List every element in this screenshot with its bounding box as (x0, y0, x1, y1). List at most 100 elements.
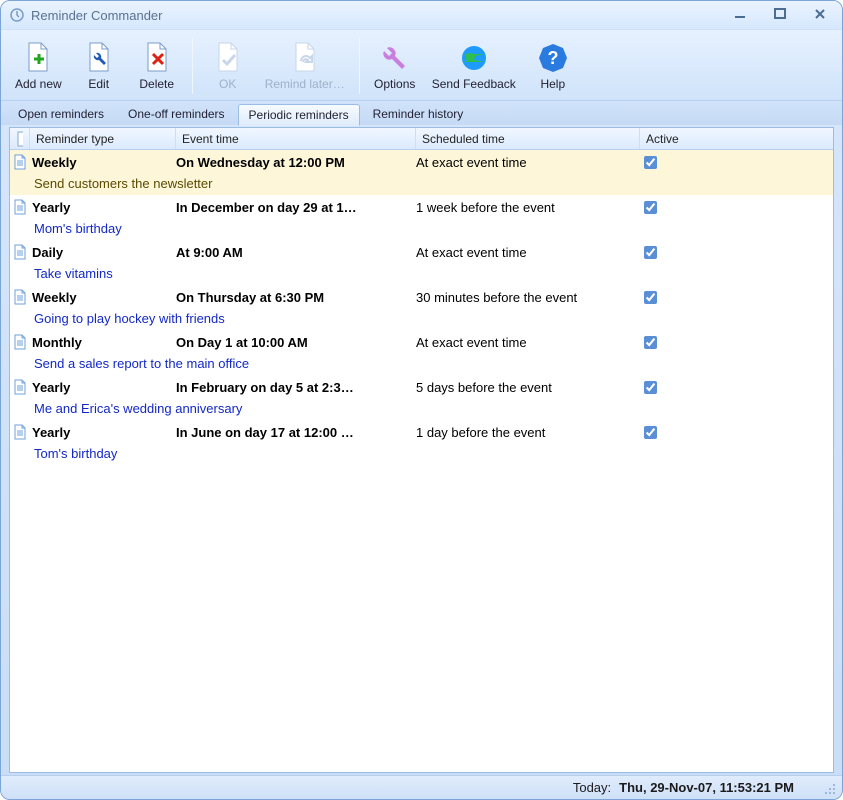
active-checkbox[interactable] (644, 291, 657, 304)
tab-open-reminders[interactable]: Open reminders (7, 103, 115, 125)
toolbar-separator (192, 38, 193, 94)
active-checkbox[interactable] (644, 336, 657, 349)
svg-text:?: ? (547, 48, 558, 68)
page-icon (10, 154, 30, 170)
status-today-value: Thu, 29-Nov-07, 11:53:21 PM (619, 780, 794, 795)
cell-description: Tom's birthday (10, 444, 833, 465)
active-checkbox[interactable] (644, 201, 657, 214)
cell-active (640, 288, 830, 307)
content-area: Reminder type Event time Scheduled time … (9, 127, 834, 773)
help-icon: ? (536, 41, 570, 75)
cell-scheduled: 1 week before the event (416, 200, 640, 215)
cell-scheduled: 5 days before the event (416, 380, 640, 395)
column-header-event[interactable]: Event time (176, 128, 416, 149)
cell-event: On Thursday at 6:30 PM (176, 290, 416, 305)
page-icon (10, 334, 30, 350)
toolbar: Add new Edit Delete OK Remind later… (1, 29, 842, 101)
page-x-icon (140, 41, 174, 75)
cell-event: On Wednesday at 12:00 PM (176, 155, 416, 170)
cell-description: Me and Erica's wedding anniversary (10, 399, 833, 420)
send-feedback-button[interactable]: Send Feedback (424, 39, 524, 93)
column-headers: Reminder type Event time Scheduled time … (10, 128, 833, 150)
cell-scheduled: 1 day before the event (416, 425, 640, 440)
page-check-icon (211, 41, 245, 75)
status-today-label: Today: (573, 780, 611, 795)
edit-label: Edit (88, 77, 109, 91)
titlebar: Reminder Commander (1, 1, 842, 29)
cell-scheduled: At exact event time (416, 245, 640, 260)
cell-type: Daily (30, 245, 176, 260)
cell-scheduled: 30 minutes before the event (416, 290, 640, 305)
close-button[interactable] (812, 7, 834, 23)
remind-later-label: Remind later… (265, 77, 345, 91)
tab-periodic-reminders[interactable]: Periodic reminders (238, 104, 360, 126)
active-checkbox[interactable] (644, 426, 657, 439)
cell-active (640, 333, 830, 352)
cell-type: Yearly (30, 425, 176, 440)
add-new-button[interactable]: Add new (7, 39, 70, 93)
edit-button[interactable]: Edit (70, 39, 128, 93)
cell-active (640, 423, 830, 442)
window-title: Reminder Commander (31, 8, 732, 23)
ok-button[interactable]: OK (199, 39, 257, 93)
table-row[interactable]: WeeklyOn Thursday at 6:30 PM30 minutes b… (10, 285, 833, 330)
cell-event: In February on day 5 at 2:3… (176, 380, 416, 395)
app-icon (9, 7, 25, 23)
cell-active (640, 378, 830, 397)
cell-type: Monthly (30, 335, 176, 350)
app-window: Reminder Commander Add new Edit Delete (0, 0, 843, 800)
cell-description: Send customers the newsletter (10, 174, 833, 195)
table-row[interactable]: DailyAt 9:00 AMAt exact event timeTake v… (10, 240, 833, 285)
tabs: Open reminders One-off reminders Periodi… (1, 101, 842, 125)
cell-event: On Day 1 at 10:00 AM (176, 335, 416, 350)
wrench-icon (378, 41, 412, 75)
cell-type: Weekly (30, 155, 176, 170)
minimize-button[interactable] (732, 7, 754, 23)
help-button[interactable]: ? Help (524, 39, 582, 93)
tab-one-off-reminders[interactable]: One-off reminders (117, 103, 236, 125)
window-buttons (732, 7, 834, 23)
active-checkbox[interactable] (644, 381, 657, 394)
page-wrench-icon (82, 41, 116, 75)
column-header-icon[interactable] (10, 128, 30, 149)
cell-type: Weekly (30, 290, 176, 305)
cell-active (640, 198, 830, 217)
delete-button[interactable]: Delete (128, 39, 186, 93)
ok-label: OK (219, 77, 236, 91)
resize-grip[interactable] (824, 783, 838, 797)
remind-later-button[interactable]: Remind later… (257, 39, 353, 93)
reminder-list: WeeklyOn Wednesday at 12:00 PMAt exact e… (10, 150, 833, 772)
column-header-active[interactable]: Active (640, 128, 830, 149)
page-icon (10, 424, 30, 440)
table-row[interactable]: YearlyIn December on day 29 at 1…1 week … (10, 195, 833, 240)
cell-scheduled: At exact event time (416, 155, 640, 170)
cell-event: In December on day 29 at 1… (176, 200, 416, 215)
column-header-type[interactable]: Reminder type (30, 128, 176, 149)
tab-reminder-history[interactable]: Reminder history (362, 103, 475, 125)
cell-active (640, 153, 830, 172)
options-label: Options (374, 77, 415, 91)
page-plus-icon (21, 41, 55, 75)
table-row[interactable]: YearlyIn February on day 5 at 2:3…5 days… (10, 375, 833, 420)
page-icon (10, 379, 30, 395)
cell-type: Yearly (30, 380, 176, 395)
delete-label: Delete (139, 77, 174, 91)
active-checkbox[interactable] (644, 246, 657, 259)
add-new-label: Add new (15, 77, 62, 91)
table-row[interactable]: YearlyIn June on day 17 at 12:00 …1 day … (10, 420, 833, 465)
active-checkbox[interactable] (644, 156, 657, 169)
options-button[interactable]: Options (366, 39, 424, 93)
page-redo-icon (288, 41, 322, 75)
column-header-scheduled[interactable]: Scheduled time (416, 128, 640, 149)
statusbar: Today: Thu, 29-Nov-07, 11:53:21 PM (1, 775, 842, 799)
toolbar-separator (359, 38, 360, 94)
maximize-button[interactable] (772, 7, 794, 23)
table-row[interactable]: WeeklyOn Wednesday at 12:00 PMAt exact e… (10, 150, 833, 195)
cell-type: Yearly (30, 200, 176, 215)
cell-active (640, 243, 830, 262)
page-icon (10, 244, 30, 260)
table-row[interactable]: MonthlyOn Day 1 at 10:00 AMAt exact even… (10, 330, 833, 375)
cell-description: Going to play hockey with friends (10, 309, 833, 330)
cell-event: In June on day 17 at 12:00 … (176, 425, 416, 440)
globe-icon (457, 41, 491, 75)
